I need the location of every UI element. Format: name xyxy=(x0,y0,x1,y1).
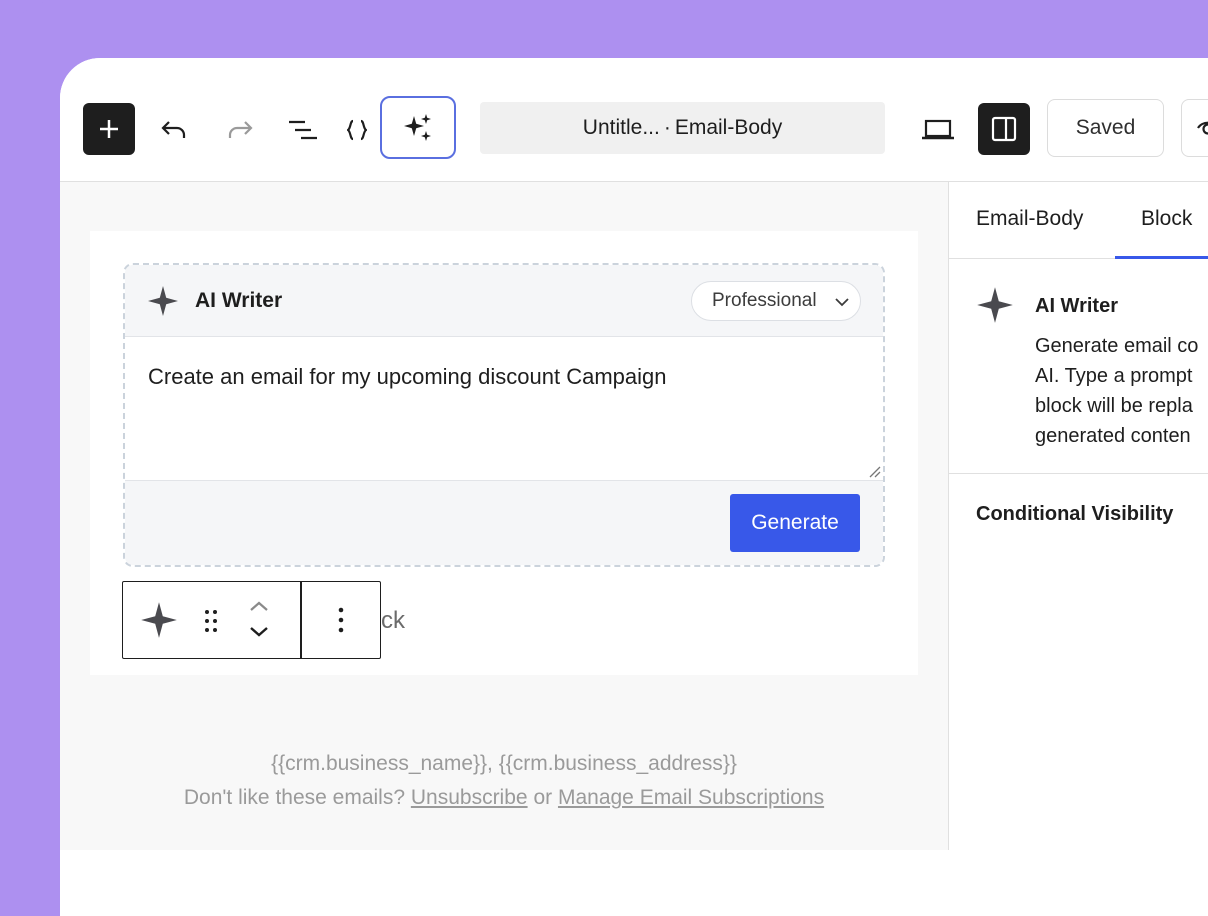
prompt-textarea[interactable]: Create an email for my upcoming discount… xyxy=(125,337,883,481)
ai-writer-footer: Generate xyxy=(125,481,883,565)
settings-sidebar: Email-Body Block AI Writer Generate emai… xyxy=(948,182,1208,850)
obscured-block-text: ck xyxy=(381,607,405,634)
block-toolbar xyxy=(122,581,381,659)
document-title-bar[interactable]: Untitle... · Email-Body xyxy=(480,102,885,154)
drag-handle-icon xyxy=(205,610,217,632)
prompt-text: Create an email for my upcoming discount… xyxy=(148,364,667,389)
editor-window: Untitle... · Email-Body Saved AI Writer … xyxy=(60,58,1208,916)
generate-button[interactable]: Generate xyxy=(730,494,860,552)
block-info-description: Generate email co AI. Type a prompt bloc… xyxy=(1035,331,1208,451)
redo-button[interactable] xyxy=(217,108,261,152)
block-desc-line: generated conten xyxy=(1035,425,1191,447)
title-separator: · xyxy=(663,116,671,139)
footer-unsubscribe-line: Don't like these emails? Unsubscribe or … xyxy=(60,781,948,815)
settings-sidebar-toggle[interactable] xyxy=(978,103,1030,155)
block-desc-line: AI. Type a prompt xyxy=(1035,365,1193,387)
tone-value: Professional xyxy=(712,290,817,311)
ai-writer-block[interactable]: AI Writer Professional Create an email f… xyxy=(123,263,885,567)
tab-block[interactable]: Block xyxy=(1141,207,1192,231)
unsubscribe-link[interactable]: Unsubscribe xyxy=(411,786,528,809)
toolbar-divider xyxy=(300,582,302,658)
more-options-button[interactable] xyxy=(323,600,359,640)
conditional-visibility-panel[interactable]: Conditional Visibility xyxy=(976,503,1173,526)
move-up-down-icon xyxy=(250,601,268,637)
undo-icon xyxy=(161,121,186,138)
redo-icon xyxy=(228,121,253,138)
manage-subscriptions-link[interactable]: Manage Email Subscriptions xyxy=(558,786,824,809)
ai-writer-header: AI Writer Professional xyxy=(125,265,883,337)
tone-select[interactable]: Professional xyxy=(691,281,861,321)
block-type-button[interactable] xyxy=(139,600,179,640)
code-button[interactable] xyxy=(335,108,379,152)
footer-business-line: {{crm.business_name}}, {{crm.business_ad… xyxy=(271,752,737,775)
document-title: Untitle... xyxy=(582,116,660,139)
more-vertical-icon xyxy=(338,607,344,633)
email-footer: {{crm.business_name}}, {{crm.business_ad… xyxy=(60,747,948,815)
sidebar-toggle-icon xyxy=(991,116,1017,142)
add-block-button[interactable] xyxy=(83,103,135,155)
preview-eye-button[interactable] xyxy=(1181,99,1208,157)
footer-or: or xyxy=(533,786,553,809)
block-desc-line: Generate email co xyxy=(1035,335,1199,357)
drag-handle[interactable] xyxy=(197,604,225,638)
list-view-button[interactable] xyxy=(281,108,325,152)
template-name: Email-Body xyxy=(674,116,783,139)
undo-button[interactable] xyxy=(153,108,197,152)
ai-sparkles-icon xyxy=(404,113,431,141)
ai-writer-title: AI Writer xyxy=(195,289,283,312)
desktop-preview-icon xyxy=(922,119,954,140)
tab-email-body[interactable]: Email-Body xyxy=(976,207,1083,231)
chevron-down-icon xyxy=(835,298,849,307)
sparkle-icon xyxy=(141,602,177,638)
sidebar-tabs: Email-Body Block xyxy=(949,182,1208,259)
list-view-icon xyxy=(289,120,317,140)
sparkle-icon xyxy=(148,286,178,316)
footer-prefix: Don't like these emails? xyxy=(183,786,406,809)
editor-canvas: AI Writer Professional Create an email f… xyxy=(60,182,948,850)
code-icon xyxy=(347,119,367,141)
top-toolbar: Untitle... · Email-Body Saved xyxy=(60,58,1208,182)
eye-icon xyxy=(1197,121,1208,135)
block-info-card: AI Writer Generate email co AI. Type a p… xyxy=(949,259,1208,474)
move-up-down-button[interactable] xyxy=(239,596,279,644)
sparkle-icon xyxy=(977,287,1013,323)
plus-icon xyxy=(100,120,118,138)
resize-handle-icon[interactable] xyxy=(867,464,881,478)
block-info-name: AI Writer xyxy=(1035,295,1118,317)
saved-button[interactable]: Saved xyxy=(1047,99,1164,157)
email-body: AI Writer Professional Create an email f… xyxy=(90,231,918,675)
ai-writer-button[interactable] xyxy=(380,96,456,159)
block-desc-line: block will be repla xyxy=(1035,395,1193,417)
preview-button[interactable] xyxy=(916,108,960,152)
